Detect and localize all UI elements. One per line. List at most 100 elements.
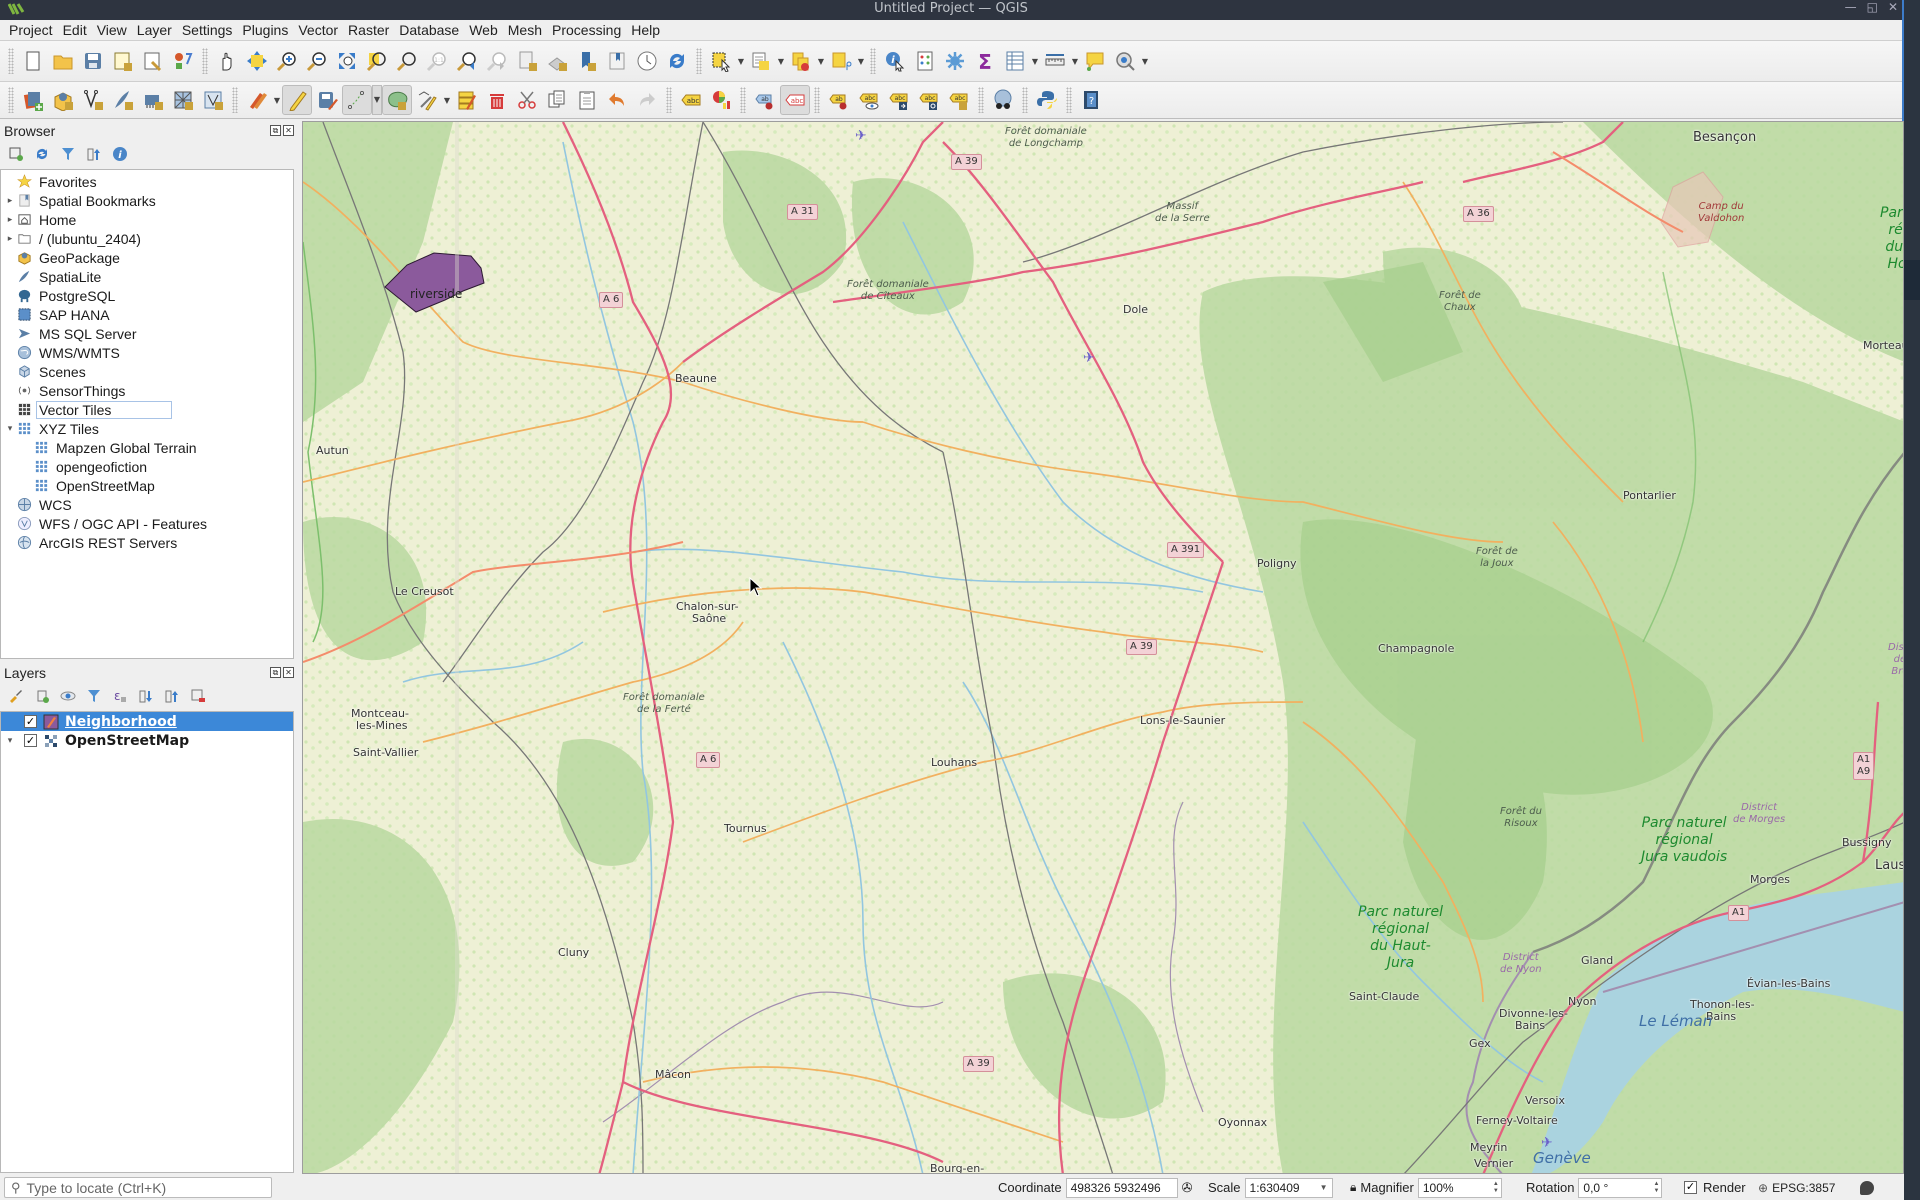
new-shapefile-layer-button[interactable] <box>78 85 108 115</box>
browser-item-postgresql[interactable]: PostgreSQL <box>1 286 293 305</box>
close-button[interactable]: ✕ <box>1888 0 1898 14</box>
attribute-table-button[interactable] <box>1000 46 1030 76</box>
cut-features-button[interactable] <box>512 85 542 115</box>
save-project-button[interactable] <box>78 46 108 76</box>
browser-item-scenes[interactable]: Scenes <box>1 362 293 381</box>
chevron-down-icon[interactable]: ▼ <box>856 57 866 66</box>
filter-by-expression-button[interactable]: ε <box>110 686 130 706</box>
menu-database[interactable]: Database <box>394 22 464 38</box>
coordinate-field[interactable]: 498326 5932496 <box>1065 1177 1178 1198</box>
select-features-button[interactable] <box>706 46 736 76</box>
browser-item-sensorthings[interactable]: SensorThings <box>1 381 293 400</box>
locator-search-input[interactable]: ⚲ Type to locate (Ctrl+K) <box>4 1177 272 1198</box>
browser-item-wms-wmts[interactable]: WMS/WMTS <box>1 343 293 362</box>
expand-arrow-icon[interactable]: ▸ <box>4 195 16 206</box>
processing-toolbox-button[interactable] <box>940 46 970 76</box>
toolbar-handle[interactable] <box>978 87 984 113</box>
open-field-calculator-button[interactable] <box>910 46 940 76</box>
refresh-button[interactable] <box>662 46 692 76</box>
browser-item-opengeofiction[interactable]: opengeofiction <box>1 457 293 476</box>
new-project-button[interactable] <box>18 46 48 76</box>
modify-attributes-button[interactable] <box>452 85 482 115</box>
vertex-tool-button[interactable] <box>412 85 442 115</box>
browser-item-spatialite[interactable]: SpatiaLite <box>1 267 293 286</box>
layout-manager-button[interactable] <box>138 46 168 76</box>
zoom-last-button[interactable] <box>452 46 482 76</box>
paste-features-button[interactable] <box>572 85 602 115</box>
zoom-full-button[interactable] <box>332 46 362 76</box>
toolbar-handle[interactable] <box>1066 87 1072 113</box>
new-bookmark-button[interactable] <box>572 46 602 76</box>
change-label-button[interactable]: abc <box>944 85 974 115</box>
crs-button[interactable]: EPSG:3857 <box>1772 1181 1835 1195</box>
layer-labeling-button[interactable]: abc <box>676 85 706 115</box>
rotate-label-button[interactable]: abc <box>914 85 944 115</box>
chevron-down-icon[interactable]: ▼ <box>442 96 452 105</box>
zoom-to-layer-button[interactable] <box>392 46 422 76</box>
browser-tree[interactable]: Favorites ▸ Spatial Bookmarks ▸ Home ▸ / (lubu… <box>0 169 294 659</box>
new-virtual-layer-button[interactable] <box>138 85 168 115</box>
new-3d-map-view-button[interactable] <box>542 46 572 76</box>
metasearch-button[interactable] <box>988 85 1018 115</box>
locator-zoom-button[interactable] <box>1110 46 1140 76</box>
new-print-layout-button[interactable] <box>108 46 138 76</box>
python-console-button[interactable] <box>1032 85 1062 115</box>
spinner-arrows-icon[interactable]: ▲ ▼ <box>1491 1178 1501 1198</box>
manage-map-themes-button[interactable] <box>58 686 78 706</box>
layer-diagram-button[interactable] <box>706 85 736 115</box>
menu-project[interactable]: Project <box>4 22 58 38</box>
chevron-down-icon[interactable]: ▼ <box>372 85 382 115</box>
zoom-out-button[interactable] <box>302 46 332 76</box>
select-by-value-button[interactable] <box>746 46 776 76</box>
menu-processing[interactable]: Processing <box>547 22 626 38</box>
crs-globe-icon[interactable]: ⊕ <box>1758 1181 1768 1195</box>
rotation-spinbox[interactable]: 0,0 ° ▲ ▼ <box>1578 1177 1663 1198</box>
remove-layer-button[interactable] <box>188 686 208 706</box>
show-bookmarks-button[interactable] <box>602 46 632 76</box>
chevron-down-icon[interactable]: ▼ <box>1140 57 1150 66</box>
browser-item-openstreetmap[interactable]: OpenStreetMap <box>1 476 293 495</box>
show-hide-labels-button[interactable]: ab <box>824 85 854 115</box>
preview-labels-button[interactable]: abc <box>854 85 884 115</box>
move-label-button[interactable]: abc <box>884 85 914 115</box>
save-layer-edits-button[interactable] <box>312 85 342 115</box>
menu-layer[interactable]: Layer <box>132 22 177 38</box>
zoom-native-button[interactable]: 1:1 <box>422 46 452 76</box>
chevron-down-icon[interactable]: ▼ <box>1030 57 1040 66</box>
browser-item-geopackage[interactable]: GeoPackage <box>1 248 293 267</box>
toolbar-handle[interactable] <box>666 87 672 113</box>
toolbar-handle[interactable] <box>870 48 876 74</box>
style-manager-button[interactable] <box>168 46 198 76</box>
menu-plugins[interactable]: Plugins <box>237 22 293 38</box>
new-geopackage-layer-button[interactable] <box>48 85 78 115</box>
add-selected-layers-button[interactable] <box>6 144 26 164</box>
menu-edit[interactable]: Edit <box>58 22 92 38</box>
menu-vector[interactable]: Vector <box>293 22 343 38</box>
browser-item-wcs[interactable]: WCS <box>1 495 293 514</box>
toolbar-handle[interactable] <box>814 87 820 113</box>
expand-arrow-icon[interactable]: ▸ <box>4 233 16 244</box>
refresh-button[interactable] <box>32 144 52 164</box>
collapse-all-button[interactable] <box>162 686 182 706</box>
browser-item-mapzen-global-terrain[interactable]: Mapzen Global Terrain <box>1 438 293 457</box>
browser-item-wfs-ogc-api-features[interactable]: WFS / OGC API - Features <box>1 514 293 533</box>
collapse-arrow-icon[interactable]: ▾ <box>4 736 16 746</box>
new-mesh-layer-button[interactable] <box>168 85 198 115</box>
toolbar-handle[interactable] <box>1022 87 1028 113</box>
menu-settings[interactable]: Settings <box>177 22 238 38</box>
deselect-features-button[interactable] <box>786 46 816 76</box>
add-group-button[interactable] <box>32 686 52 706</box>
add-polygon-button[interactable] <box>382 85 412 115</box>
help-button[interactable]: ? <box>1076 85 1106 115</box>
current-edits-button[interactable] <box>242 85 272 115</box>
layer-visibility-checkbox[interactable]: ✓ <box>24 715 37 728</box>
chevron-down-icon[interactable]: ▼ <box>776 57 786 66</box>
chevron-down-icon[interactable]: ▼ <box>736 57 746 66</box>
expand-arrow-icon[interactable]: ▸ <box>4 214 16 225</box>
browser-item-ms-sql-server[interactable]: MS SQL Server <box>1 324 293 343</box>
layer-row-neighborhood[interactable]: ✓ Neighborhood <box>1 712 293 731</box>
new-temporary-layer-button[interactable] <box>198 85 228 115</box>
layer-visibility-checkbox[interactable]: ✓ <box>24 734 37 747</box>
filter-legend-button[interactable] <box>84 686 104 706</box>
collapse-all-button[interactable] <box>84 144 104 164</box>
